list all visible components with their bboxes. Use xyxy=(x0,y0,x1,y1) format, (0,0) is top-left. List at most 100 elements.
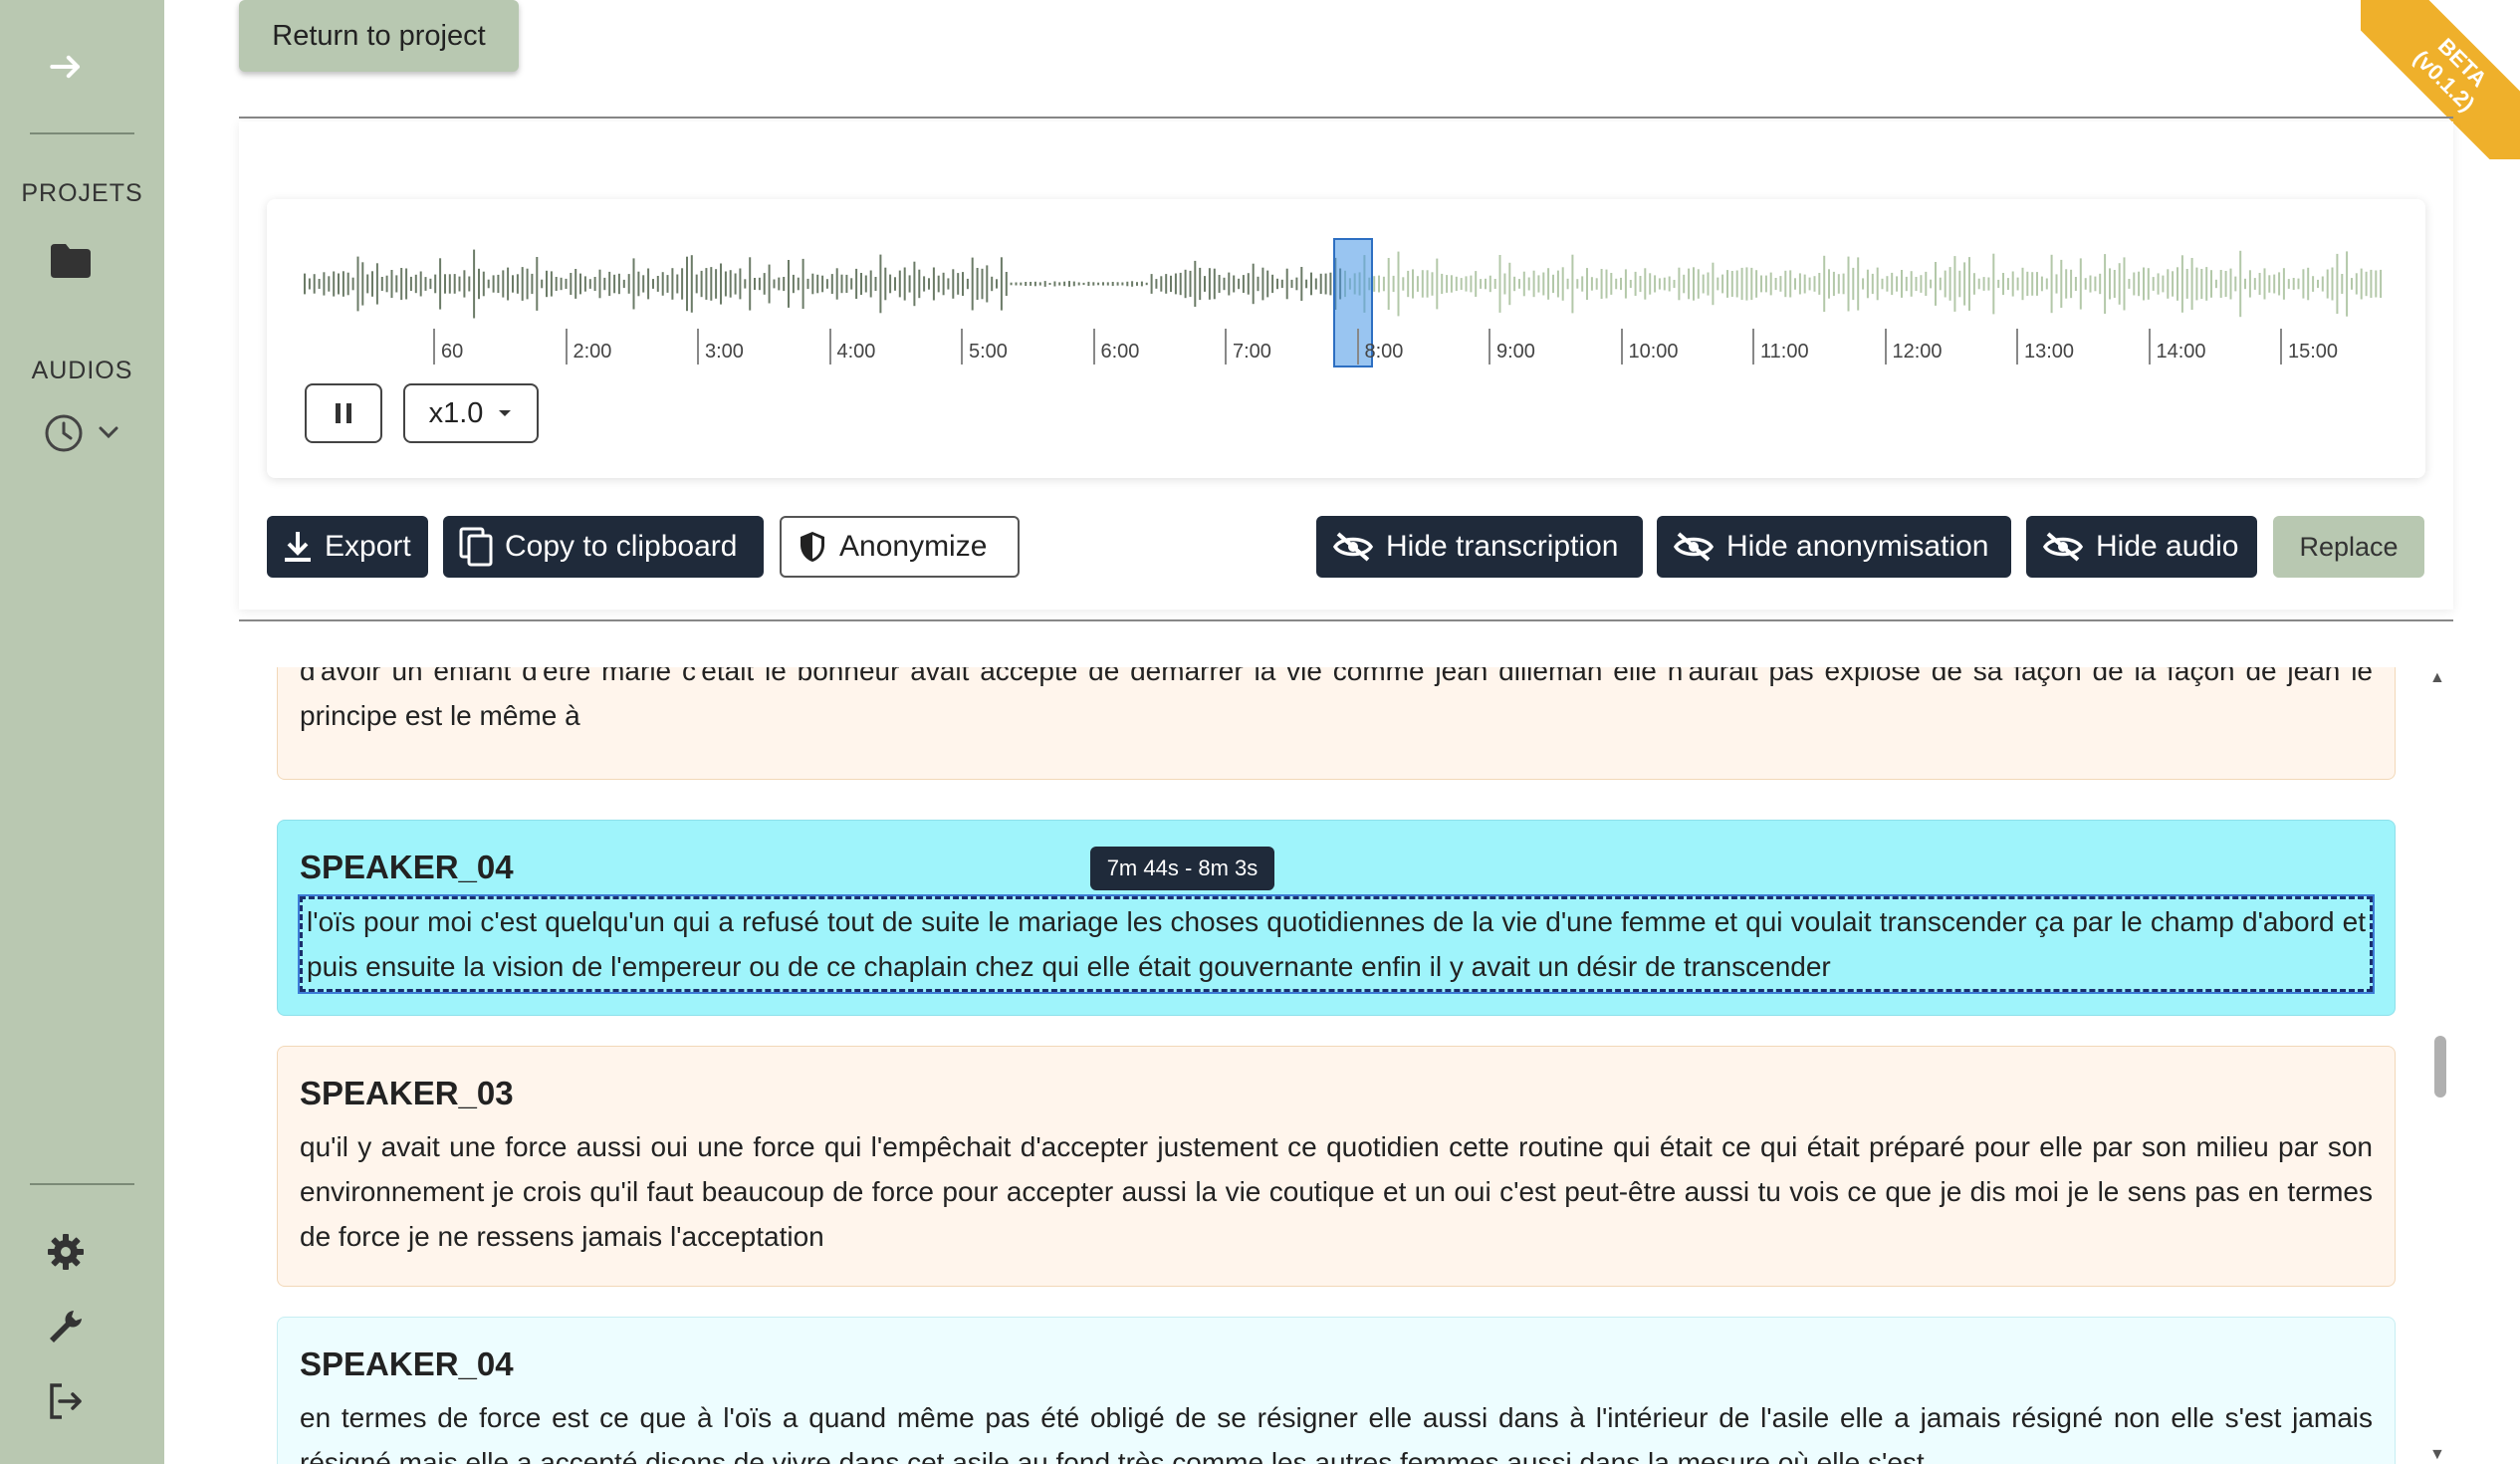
transcript-segment[interactable]: SPEAKER_03 qu'il y avait une force aussi… xyxy=(277,1046,2396,1287)
waveform-bar xyxy=(1068,281,1070,287)
chevron-down-icon[interactable] xyxy=(98,423,119,441)
scrollbar-thumb[interactable] xyxy=(2434,1036,2446,1098)
waveform-bar xyxy=(1048,283,1051,285)
waveform-bar xyxy=(1470,275,1473,293)
waveform-bar xyxy=(1460,278,1463,290)
waveform-bar xyxy=(468,276,471,292)
pause-button[interactable] xyxy=(305,383,382,443)
playback-speed-select[interactable]: x1.0 xyxy=(403,383,539,443)
waveform-bar xyxy=(903,267,906,301)
waveform-bar xyxy=(739,268,742,300)
waveform-bar xyxy=(1571,254,1574,314)
transcript-segment[interactable]: d'avoir un enfant d'être marié c'était l… xyxy=(277,667,2396,780)
waveform-bar xyxy=(1038,282,1041,286)
waveform-bar xyxy=(661,272,664,296)
waveform-bar xyxy=(889,274,892,294)
arrow-right-icon[interactable] xyxy=(45,45,89,89)
waveform-bar xyxy=(671,268,674,300)
transcript-segment-active[interactable]: SPEAKER_04 l'oïs pour moi c'est quelqu'u… xyxy=(277,820,2396,1016)
waveform-bar xyxy=(1576,279,1579,289)
waveform-bar xyxy=(448,274,451,294)
waveform-bar xyxy=(502,270,505,298)
folder-icon[interactable] xyxy=(51,244,91,278)
waveform-bar xyxy=(1977,278,1980,290)
waveform-bar xyxy=(1581,276,1584,292)
hide-audio-button[interactable]: Hide audio xyxy=(2026,516,2257,578)
gear-icon[interactable] xyxy=(46,1232,86,1272)
replace-button[interactable]: Replace xyxy=(2273,516,2424,578)
logout-icon[interactable] xyxy=(46,1381,86,1421)
waveform-bar xyxy=(1310,272,1312,296)
waveform-bar xyxy=(1905,276,1908,292)
timeline-tick: 9:00 xyxy=(1489,329,1535,365)
speaker-label[interactable]: SPEAKER_04 xyxy=(300,1345,2373,1383)
waveform-bar xyxy=(2011,271,2014,297)
speaker-label[interactable]: SPEAKER_03 xyxy=(300,1075,2373,1112)
waveform-bar xyxy=(588,279,591,289)
scroll-down-arrow[interactable]: ▼ xyxy=(2429,1446,2445,1464)
waveform-bar xyxy=(2253,278,2256,290)
waveform-bar xyxy=(1595,278,1598,290)
waveform-bar xyxy=(1465,276,1468,292)
waveform-bar xyxy=(1025,282,1028,286)
waveform-bar xyxy=(1000,257,1003,311)
waveform-bar xyxy=(1102,282,1104,286)
waveform-bar xyxy=(1678,267,1681,301)
waveform-bar xyxy=(991,276,994,292)
waveform-bar xyxy=(2302,269,2305,299)
waveform-bar xyxy=(1174,273,1177,295)
pause-icon xyxy=(336,403,351,423)
waveform-bar xyxy=(749,257,752,311)
speaker-label[interactable]: SPEAKER_04 xyxy=(300,849,2373,886)
waveform-bar xyxy=(1958,270,1961,298)
scroll-up-arrow[interactable]: ▲ xyxy=(2429,669,2445,687)
waveform-bar xyxy=(536,257,539,311)
waveform-bar xyxy=(855,268,858,299)
segment-text[interactable]: d'avoir un enfant d'être marié c'était l… xyxy=(300,667,2373,738)
timeline-tick: 4:00 xyxy=(828,329,875,365)
anonymize-button[interactable]: Anonymize xyxy=(780,516,1020,578)
hide-transcription-label: Hide transcription xyxy=(1386,530,1619,563)
waveform-bar xyxy=(565,278,568,289)
waveform-bar xyxy=(1566,278,1569,290)
waveform-bar xyxy=(835,268,838,300)
waveform-bar xyxy=(458,276,461,292)
waveform-bar xyxy=(2036,272,2038,296)
waveform-bar xyxy=(1480,279,1483,289)
timeline-tick: 6:00 xyxy=(1092,329,1139,365)
waveform-bar xyxy=(338,273,340,295)
export-button[interactable]: Export xyxy=(267,516,428,578)
waveform-bar xyxy=(2375,270,2378,298)
waveform-bar xyxy=(583,276,586,292)
waveform-bar xyxy=(2307,267,2310,301)
waveform-bar xyxy=(2109,268,2111,300)
waveform-bar xyxy=(2176,267,2178,301)
waveform-bar xyxy=(2287,279,2290,289)
segment-text-editor[interactable]: l'oïs pour moi c'est quelqu'un qui a ref… xyxy=(298,894,2375,994)
waveform-bar xyxy=(1935,262,1937,306)
return-to-project-button[interactable]: Return to project xyxy=(239,0,519,72)
waveform-bar xyxy=(516,274,519,294)
waveform-bar xyxy=(1620,277,1622,291)
segment-text[interactable]: qu'il y avait une force aussi oui une fo… xyxy=(300,1124,2373,1259)
timeline-tick: 3:00 xyxy=(697,329,744,365)
transcript-segment[interactable]: SPEAKER_04 en termes de force est ce que… xyxy=(277,1317,2396,1464)
waveform-bar xyxy=(2060,259,2063,308)
wrench-icon[interactable] xyxy=(46,1307,86,1346)
waveform-bar xyxy=(1886,276,1889,292)
segment-text[interactable]: en termes de force est ce que à l'oïs a … xyxy=(300,1395,2373,1464)
waveform-bar xyxy=(1271,274,1274,294)
waveform-bar xyxy=(351,277,354,291)
waveform-bar xyxy=(2336,253,2339,315)
waveform-bar xyxy=(1871,273,1874,295)
waveform-bar xyxy=(802,258,804,310)
waveform-bar xyxy=(937,275,940,293)
copy-to-clipboard-button[interactable]: Copy to clipboard xyxy=(443,516,764,578)
waveform-bar xyxy=(1910,271,1913,297)
hide-transcription-button[interactable]: Hide transcription xyxy=(1316,516,1643,578)
clock-icon[interactable] xyxy=(44,413,84,453)
waveform-bar xyxy=(632,258,635,310)
waveform-bar xyxy=(1111,282,1114,287)
waveform-bar xyxy=(1784,270,1787,298)
hide-anonymisation-button[interactable]: Hide anonymisation xyxy=(1657,516,2011,578)
